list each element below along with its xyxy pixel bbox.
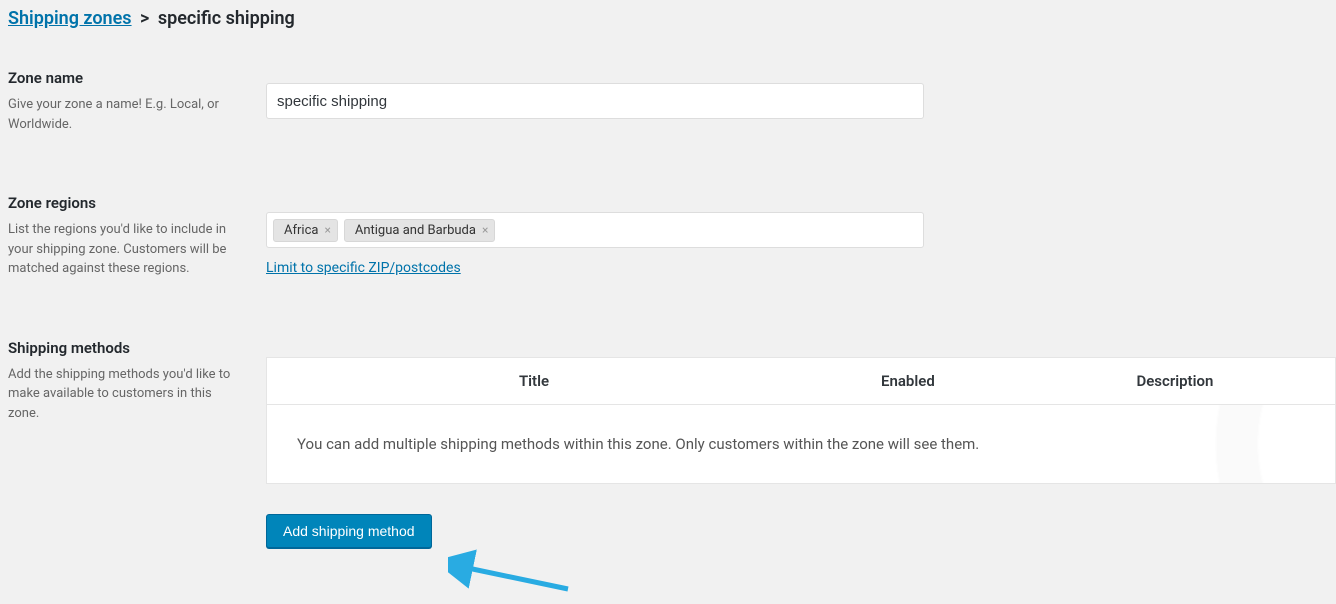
zone-name-label: Zone name [8,69,246,87]
shipping-methods-table: Title Enabled Description You can add mu… [266,357,1336,484]
shipping-methods-description: Add the shipping methods you'd like to m… [8,365,246,424]
table-empty-text: You can add multiple shipping methods wi… [267,404,1336,483]
remove-tag-icon[interactable]: × [482,224,488,236]
region-tag: Antigua and Barbuda × [344,219,496,242]
shipping-methods-row: Shipping methods Add the shipping method… [8,339,1328,548]
zone-name-row: Zone name Give your zone a name! E.g. Lo… [8,69,1328,134]
breadcrumb-current: specific shipping [158,8,295,29]
table-header-enabled: Enabled [801,357,1015,404]
region-tag: Africa × [273,219,338,242]
zone-regions-row: Zone regions List the regions you'd like… [8,194,1328,279]
add-shipping-method-button[interactable]: Add shipping method [266,514,432,548]
region-tag-label: Antigua and Barbuda [355,223,476,238]
zone-name-input[interactable] [266,83,924,119]
breadcrumb-separator: > [140,8,149,29]
breadcrumb: Shipping zones > specific shipping [8,8,1328,29]
remove-tag-icon[interactable]: × [324,224,330,236]
arrow-annotation-icon [448,549,578,599]
breadcrumb-link[interactable]: Shipping zones [8,8,132,29]
zone-regions-description: List the regions you'd like to include i… [8,220,246,279]
table-header-description: Description [1015,357,1336,404]
region-tag-label: Africa [284,223,318,238]
zone-name-description: Give your zone a name! E.g. Local, or Wo… [8,95,246,134]
limit-zip-link[interactable]: Limit to specific ZIP/postcodes [266,260,461,276]
zone-regions-label: Zone regions [8,194,246,212]
zone-regions-input[interactable]: Africa × Antigua and Barbuda × [266,212,924,248]
table-header-title: Title [267,357,802,404]
shipping-methods-label: Shipping methods [8,339,246,357]
